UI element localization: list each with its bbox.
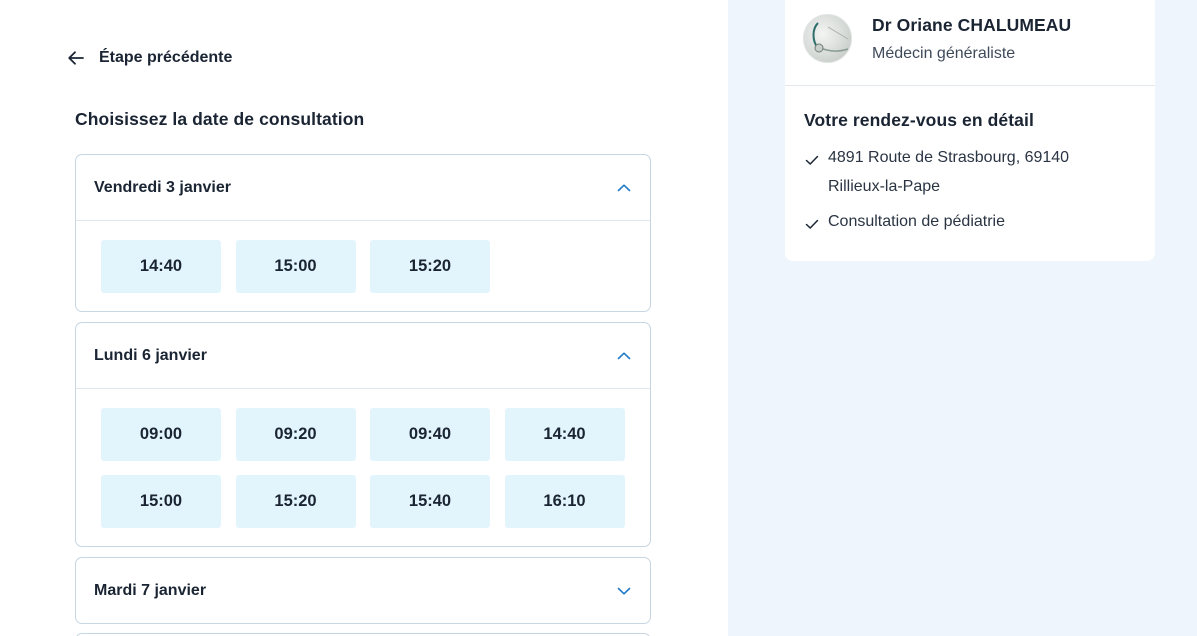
address-text: 4891 Route de Strasbourg, 69140 Rillieux… <box>828 149 1070 195</box>
time-slot-button[interactable]: 16:10 <box>504 475 625 528</box>
detail-consultation: Consultation de pédiatrie <box>804 213 1136 236</box>
appointment-details: Votre rendez-vous en détail 4891 Route d… <box>785 86 1155 236</box>
section-title: Choisissez la date de consultation <box>75 109 365 129</box>
day-header[interactable]: Vendredi 3 janvier <box>76 155 650 220</box>
doctor-name: Dr Oriane CHALUMEAU <box>872 15 1072 35</box>
time-slot-button[interactable]: 15:40 <box>370 475 490 528</box>
previous-step-label: Étape précédente <box>99 49 233 66</box>
time-slot-button[interactable]: 15:20 <box>235 475 356 528</box>
arrow-left-icon <box>68 51 84 65</box>
day-slots: 09:00 09:20 09:40 14:40 15:00 15:20 15:4… <box>76 388 650 528</box>
day-title: Vendredi 3 janvier <box>94 178 231 196</box>
consultation-text: Consultation de pédiatrie <box>828 213 1006 230</box>
day-title: Lundi 6 janvier <box>94 346 207 364</box>
time-slot-button[interactable]: 09:20 <box>235 408 356 461</box>
day-accordion-mardi-7-janvier: Mardi 7 janvier <box>75 557 651 624</box>
chevron-up-icon <box>616 348 632 364</box>
day-slots: 14:40 15:00 15:20 <box>76 220 650 293</box>
day-accordion-vendredi-3-janvier: Vendredi 3 janvier 14:40 15:00 15:20 <box>75 154 651 312</box>
booking-panel: Étape précédente Choisissez la date de c… <box>0 0 728 636</box>
doctor-header: Dr Oriane CHALUMEAU Médecin généraliste <box>785 0 1155 86</box>
doctor-specialty: Médecin généraliste <box>872 45 1016 62</box>
time-slot-button[interactable]: 15:00 <box>235 240 356 293</box>
previous-step-link[interactable]: Étape précédente <box>66 46 232 70</box>
day-header[interactable]: Lundi 6 janvier <box>76 323 650 388</box>
check-icon <box>804 216 820 232</box>
check-icon <box>804 152 820 168</box>
avatar <box>803 14 852 63</box>
day-header[interactable]: Mardi 7 janvier <box>76 558 650 623</box>
time-slot-button[interactable]: 09:40 <box>370 408 490 461</box>
day-accordion-lundi-6-janvier: Lundi 6 janvier 09:00 09:20 09:40 14:40 … <box>75 322 651 547</box>
day-title: Mardi 7 janvier <box>94 581 207 599</box>
time-slot-button[interactable]: 14:40 <box>101 240 221 293</box>
appointment-summary-card: Dr Oriane CHALUMEAU Médecin généraliste … <box>785 0 1155 261</box>
details-title: Votre rendez-vous en détail <box>804 110 1034 130</box>
detail-address: 4891 Route de Strasbourg, 69140 Rillieux… <box>804 149 1136 201</box>
time-slot-button[interactable]: 15:00 <box>101 475 221 528</box>
chevron-down-icon <box>616 583 632 599</box>
time-slot-button[interactable]: 09:00 <box>101 408 221 461</box>
time-slot-button[interactable]: 14:40 <box>504 408 625 461</box>
time-slot-button[interactable]: 15:20 <box>370 240 490 293</box>
chevron-up-icon <box>616 180 632 196</box>
